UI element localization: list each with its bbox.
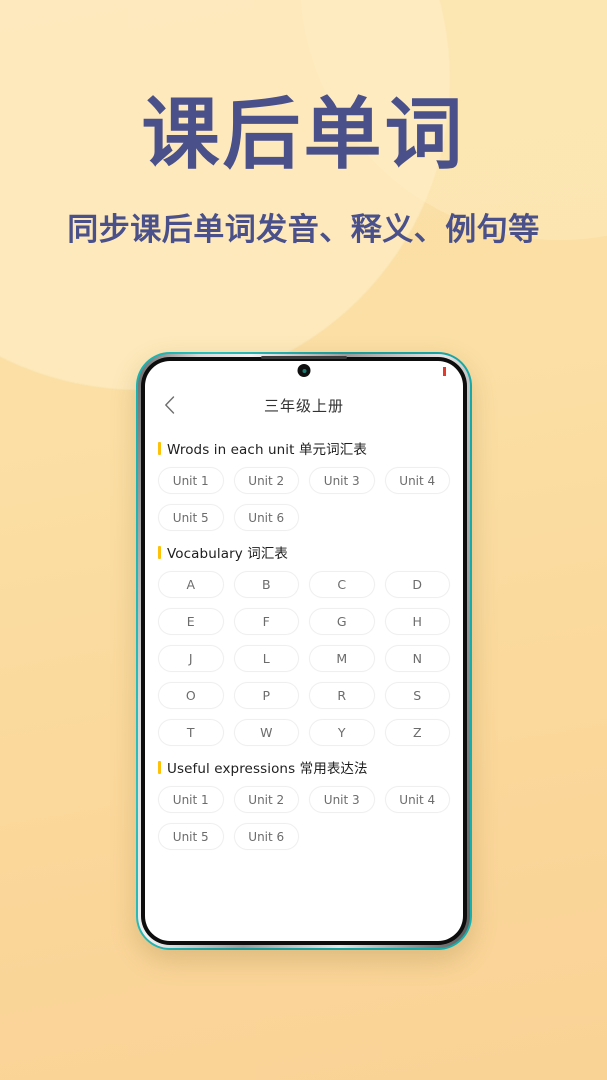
section-accent-bar-icon	[158, 545, 161, 559]
navigation-bar: 三年级上册	[145, 387, 463, 423]
unit-pill[interactable]: Unit 4	[384, 786, 450, 813]
phone-frame-silver: 三年级上册 Wrods in each unit 单元词汇表 Unit 1 Un…	[138, 354, 470, 948]
earpiece-speaker	[261, 356, 347, 359]
section-title: Useful expressions 常用表达法	[167, 761, 368, 777]
letter-pill[interactable]: E	[158, 608, 224, 635]
letter-pill[interactable]: H	[384, 608, 450, 635]
letter-pill[interactable]: M	[309, 645, 375, 672]
letter-pill[interactable]: A	[158, 571, 224, 598]
letter-pill[interactable]: N	[384, 645, 450, 672]
unit-pill[interactable]: Unit 6	[233, 823, 299, 850]
unit-pill[interactable]: Unit 2	[233, 786, 299, 813]
section-header: Useful expressions 常用表达法	[158, 748, 450, 786]
status-bar-indicator	[443, 367, 446, 376]
unit-pill[interactable]: Unit 5	[158, 504, 224, 531]
letter-pill-grid: A B C D E F G H J L M N O P R S T W Y Z	[158, 571, 450, 746]
unit-pill[interactable]: Unit 6	[233, 504, 299, 531]
app-viewport: 三年级上册 Wrods in each unit 单元词汇表 Unit 1 Un…	[145, 361, 463, 941]
section-header: Vocabulary 词汇表	[158, 533, 450, 571]
chevron-left-icon[interactable]	[158, 394, 180, 416]
letter-pill[interactable]: Y	[309, 719, 375, 746]
unit-pill[interactable]: Unit 3	[309, 786, 375, 813]
letter-pill[interactable]: O	[158, 682, 224, 709]
promo-page: 课后单词 同步课后单词发音、释义、例句等 三年级上册 Wrods in each…	[0, 0, 607, 1080]
letter-pill[interactable]: R	[309, 682, 375, 709]
letter-pill[interactable]: F	[233, 608, 299, 635]
unit-pill[interactable]: Unit 5	[158, 823, 224, 850]
letter-pill[interactable]: L	[233, 645, 299, 672]
phone-mockup: 三年级上册 Wrods in each unit 单元词汇表 Unit 1 Un…	[136, 352, 472, 950]
unit-pill[interactable]: Unit 1	[158, 786, 224, 813]
letter-pill[interactable]: B	[233, 571, 299, 598]
page-subtitle: 同步课后单词发音、释义、例句等	[67, 212, 540, 248]
section-accent-bar-icon	[158, 441, 161, 455]
unit-pill[interactable]: Unit 2	[233, 467, 299, 494]
content-scroll-area[interactable]: Wrods in each unit 单元词汇表 Unit 1 Unit 2 U…	[145, 423, 463, 850]
letter-pill[interactable]: G	[309, 608, 375, 635]
page-title: 课后单词	[141, 90, 466, 180]
unit-pill-grid: Unit 1 Unit 2 Unit 3 Unit 4 Unit 5 Unit …	[158, 467, 450, 531]
section-words-in-each-unit: Wrods in each unit 单元词汇表 Unit 1 Unit 2 U…	[158, 429, 450, 531]
section-accent-bar-icon	[158, 760, 161, 774]
letter-pill[interactable]: J	[158, 645, 224, 672]
letter-pill[interactable]: W	[233, 719, 299, 746]
unit-pill[interactable]: Unit 1	[158, 467, 224, 494]
letter-pill[interactable]: T	[158, 719, 224, 746]
nav-title: 三年级上册	[263, 396, 344, 415]
letter-pill[interactable]: D	[384, 571, 450, 598]
section-header: Wrods in each unit 单元词汇表	[158, 429, 450, 467]
letter-pill[interactable]: S	[384, 682, 450, 709]
promo-headline-block: 课后单词 同步课后单词发音、释义、例句等	[0, 96, 607, 249]
letter-pill[interactable]: P	[233, 682, 299, 709]
phone-screen: 三年级上册 Wrods in each unit 单元词汇表 Unit 1 Un…	[145, 361, 463, 941]
section-title: Wrods in each unit 单元词汇表	[167, 442, 367, 458]
section-vocabulary: Vocabulary 词汇表 A B C D E F G H J L M N O…	[158, 533, 450, 746]
section-title: Vocabulary 词汇表	[167, 546, 289, 562]
expression-pill-grid: Unit 1 Unit 2 Unit 3 Unit 4 Unit 5 Unit …	[158, 786, 450, 850]
front-camera-icon	[297, 364, 311, 377]
unit-pill[interactable]: Unit 4	[384, 467, 450, 494]
letter-pill[interactable]: Z	[384, 719, 450, 746]
unit-pill[interactable]: Unit 3	[309, 467, 375, 494]
section-useful-expressions: Useful expressions 常用表达法 Unit 1 Unit 2 U…	[158, 748, 450, 850]
phone-bezel: 三年级上册 Wrods in each unit 单元词汇表 Unit 1 Un…	[141, 356, 467, 945]
letter-pill[interactable]: C	[309, 571, 375, 598]
